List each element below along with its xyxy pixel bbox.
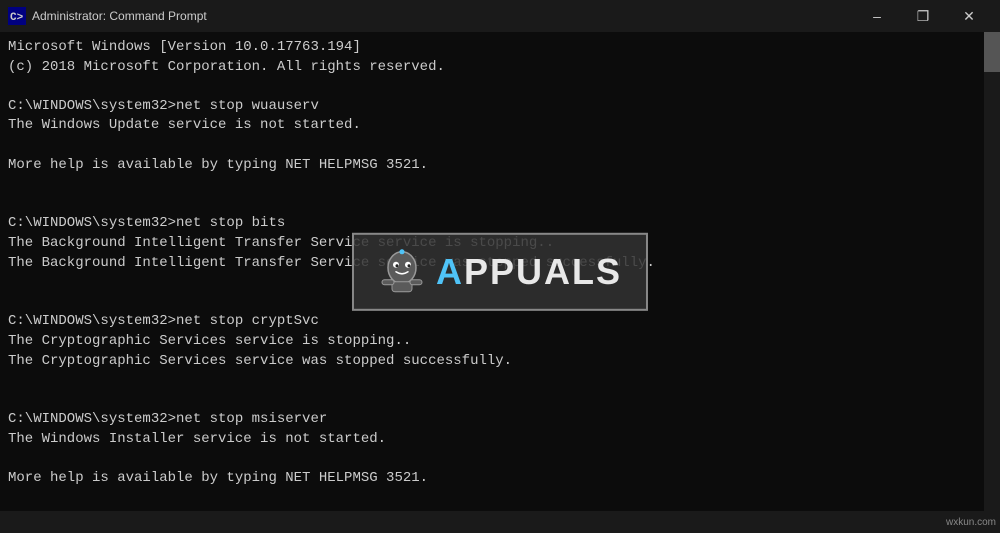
terminal-line: More help is available by typing NET HEL… [8, 469, 992, 489]
bottom-bar: wxkun.com [0, 511, 1000, 533]
terminal-line [8, 195, 992, 215]
terminal-line [8, 449, 992, 469]
restore-button[interactable]: ❐ [900, 0, 946, 32]
scrollbar-thumb[interactable] [984, 32, 1000, 72]
terminal-line: C:\WINDOWS\system32>net stop bits [8, 214, 992, 234]
cmd-icon: C> [8, 7, 26, 25]
terminal-line [8, 489, 992, 509]
window-controls: – ❐ ✕ [854, 0, 992, 32]
window-title: Administrator: Command Prompt [32, 9, 854, 23]
terminal-line [8, 508, 992, 511]
terminal-line: The Background Intelligent Transfer Serv… [8, 234, 992, 254]
title-bar: C> Administrator: Command Prompt – ❐ ✕ [0, 0, 1000, 32]
terminal-output: Microsoft Windows [Version 10.0.17763.19… [8, 38, 992, 511]
terminal-line [8, 136, 992, 156]
terminal-line: C:\WINDOWS\system32>net stop cryptSvc [8, 312, 992, 332]
terminal-line: Microsoft Windows [Version 10.0.17763.19… [8, 38, 992, 58]
scrollbar-track[interactable] [984, 32, 1000, 511]
terminal-line [8, 273, 992, 293]
terminal-line: More help is available by typing NET HEL… [8, 156, 992, 176]
terminal-line [8, 371, 992, 391]
terminal-line: C:\WINDOWS\system32>net stop wuauserv [8, 97, 992, 117]
terminal-line: The Background Intelligent Transfer Serv… [8, 254, 992, 274]
terminal-line: The Windows Installer service is not sta… [8, 430, 992, 450]
terminal-line [8, 293, 992, 313]
terminal-body: Microsoft Windows [Version 10.0.17763.19… [0, 32, 1000, 511]
terminal-line [8, 77, 992, 97]
minimize-button[interactable]: – [854, 0, 900, 32]
terminal-line: The Cryptographic Services service is st… [8, 332, 992, 352]
watermark-url: wxkun.com [946, 517, 996, 528]
close-button[interactable]: ✕ [946, 0, 992, 32]
terminal-line: The Windows Update service is not starte… [8, 116, 992, 136]
terminal-line: The Cryptographic Services service was s… [8, 352, 992, 372]
terminal-line: C:\WINDOWS\system32>net stop msiserver [8, 410, 992, 430]
svg-text:C>: C> [10, 12, 24, 24]
terminal-line [8, 391, 992, 411]
terminal-line [8, 175, 992, 195]
terminal-line: (c) 2018 Microsoft Corporation. All righ… [8, 58, 992, 78]
